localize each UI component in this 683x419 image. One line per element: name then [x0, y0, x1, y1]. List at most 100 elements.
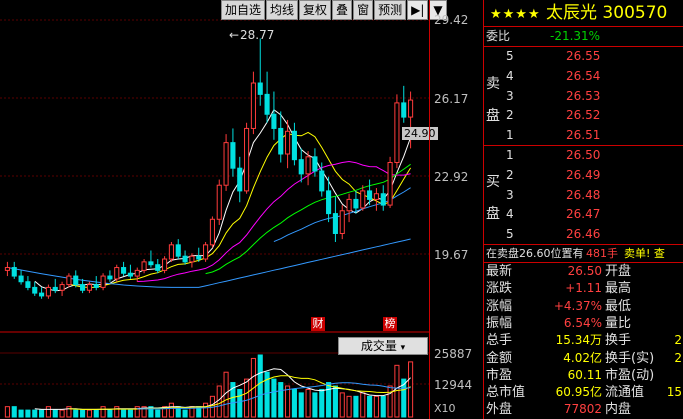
- sell-level-number: 3: [506, 88, 514, 103]
- price-axis-label-4: 19.67: [434, 248, 469, 262]
- volume-indicator-select[interactable]: 成交量 ▾: [338, 337, 428, 355]
- volume-bar: [73, 409, 79, 418]
- add-watchlist-button[interactable]: 加自选: [221, 0, 266, 20]
- buy-level-row[interactable]: 3 26.48: [484, 187, 683, 204]
- overlay-button[interactable]: 叠: [332, 0, 353, 20]
- candle-body: [278, 127, 284, 155]
- sell-level-price: 26.51: [566, 128, 601, 143]
- candle-body: [134, 269, 140, 277]
- buy-level-row[interactable]: 2 26.49: [484, 167, 683, 184]
- candle-body: [244, 127, 250, 192]
- volume-bar: [387, 385, 393, 418]
- volume-bar: [100, 406, 106, 418]
- stat-row: 市盈 60.11 市盈(动): [484, 367, 683, 384]
- stat-label-2: 最高: [605, 281, 632, 297]
- candle: [100, 273, 106, 291]
- candle-body: [346, 198, 352, 212]
- candle-body: [11, 267, 17, 277]
- candle-body: [332, 213, 338, 234]
- volume-bar: [244, 378, 250, 418]
- volume-bar: [4, 406, 10, 418]
- sell-level-price: 26.55: [566, 49, 601, 63]
- candle-body: [80, 284, 86, 291]
- stat-value: 6.54%: [563, 315, 602, 330]
- volume-bar: [360, 392, 366, 418]
- candle: [168, 241, 174, 262]
- volume-bar: [59, 409, 65, 418]
- candle-body: [360, 190, 366, 209]
- volume-bar: [326, 382, 332, 418]
- volume-bar: [155, 409, 161, 418]
- volume-bar: [319, 388, 325, 418]
- volume-bar: [373, 395, 379, 418]
- stat-label: 外盘: [486, 402, 513, 418]
- candle-body: [305, 156, 311, 175]
- buy-level-number: 5: [506, 227, 514, 242]
- candle-body: [271, 113, 277, 129]
- stat-label-2: 内盘: [605, 402, 632, 418]
- candle: [387, 156, 393, 208]
- finance-event-tag[interactable]: 财: [311, 317, 325, 331]
- stat-label: 市盈: [486, 367, 513, 383]
- buy-level-row[interactable]: 1 26.50: [484, 147, 683, 164]
- stat-label: 金额: [486, 350, 513, 366]
- buy-level-price: 26.47: [566, 207, 601, 222]
- candle-body: [66, 275, 72, 286]
- candle-body: [237, 167, 243, 192]
- candle: [244, 122, 250, 194]
- volume-bar: [121, 409, 127, 418]
- price-axis-label-3: 22.92: [434, 170, 469, 184]
- volume-bar: [312, 392, 318, 418]
- volume-bar: [339, 392, 345, 418]
- volume-bar: [203, 402, 209, 418]
- volume-bar: [216, 385, 222, 418]
- candle-body: [353, 198, 359, 209]
- order-notice[interactable]: 在卖盘26.60位置有 481手 卖单! 查: [484, 245, 683, 262]
- stat-row: 振幅 6.54% 量比: [484, 315, 683, 332]
- forecast-button[interactable]: 预测: [374, 0, 407, 20]
- buy-level-row[interactable]: 5 26.46: [484, 226, 683, 243]
- volume-bar: [182, 409, 188, 418]
- candle-body: [175, 244, 181, 257]
- kline-chart[interactable]: 加自选 均线 复权 叠 窗 预测 ▶| ▼ 28.77 ← 24.90 财 榜 …: [0, 0, 447, 419]
- collapse-right-icon[interactable]: ▶|: [407, 0, 429, 20]
- buy-level-price: 26.46: [566, 227, 601, 242]
- chart-toolbar: 加自选 均线 复权 叠 窗 预测 ▶| ▼: [221, 0, 448, 20]
- candle-body: [39, 292, 45, 297]
- sell-level-row[interactable]: 2 26.52: [484, 107, 683, 124]
- volume-bar: [237, 388, 243, 418]
- ranking-event-tag[interactable]: 榜: [383, 317, 397, 331]
- candle-body: [394, 102, 400, 164]
- stat-row: 涨跌 +1.11 最高: [484, 280, 683, 297]
- buy-level-price: 26.50: [566, 148, 601, 162]
- price-axis-label-top: 29.42: [434, 13, 469, 27]
- candle-body: [408, 99, 414, 118]
- buy-level-number: 4: [506, 207, 514, 222]
- sell-level-row[interactable]: 5 26.55: [484, 48, 683, 65]
- buy-level-row[interactable]: 4 26.47: [484, 206, 683, 223]
- buy-level-number: 3: [506, 187, 514, 202]
- stat-value: 26.50: [567, 264, 602, 278]
- candle-body: [148, 261, 154, 266]
- adjust-price-button[interactable]: 复权: [299, 0, 332, 20]
- buy-level-price: 26.49: [566, 167, 601, 182]
- high-price-arrow-icon: ←: [229, 28, 240, 42]
- sell-level-number: 1: [506, 128, 514, 143]
- buy-level-number: 1: [506, 148, 514, 162]
- sell-level-row[interactable]: 1 26.51: [484, 127, 683, 144]
- notice-text: 在卖盘26.60位置有: [486, 247, 584, 260]
- candle-body: [114, 267, 120, 280]
- candle-body: [127, 272, 133, 277]
- stat-value-2: 2: [674, 333, 682, 348]
- stat-value-2: 15: [666, 385, 682, 400]
- volume-bar: [380, 395, 386, 418]
- sell-level-row[interactable]: 3 26.53: [484, 88, 683, 105]
- sell-level-row[interactable]: 4 26.54: [484, 68, 683, 85]
- candle-body: [250, 82, 256, 129]
- volume-bar: [305, 388, 311, 418]
- candle-body: [373, 193, 379, 200]
- candle-body: [203, 244, 209, 260]
- window-button[interactable]: 窗: [353, 0, 374, 20]
- moving-average-button[interactable]: 均线: [266, 0, 299, 20]
- stat-label-2: 市盈(动): [605, 367, 655, 383]
